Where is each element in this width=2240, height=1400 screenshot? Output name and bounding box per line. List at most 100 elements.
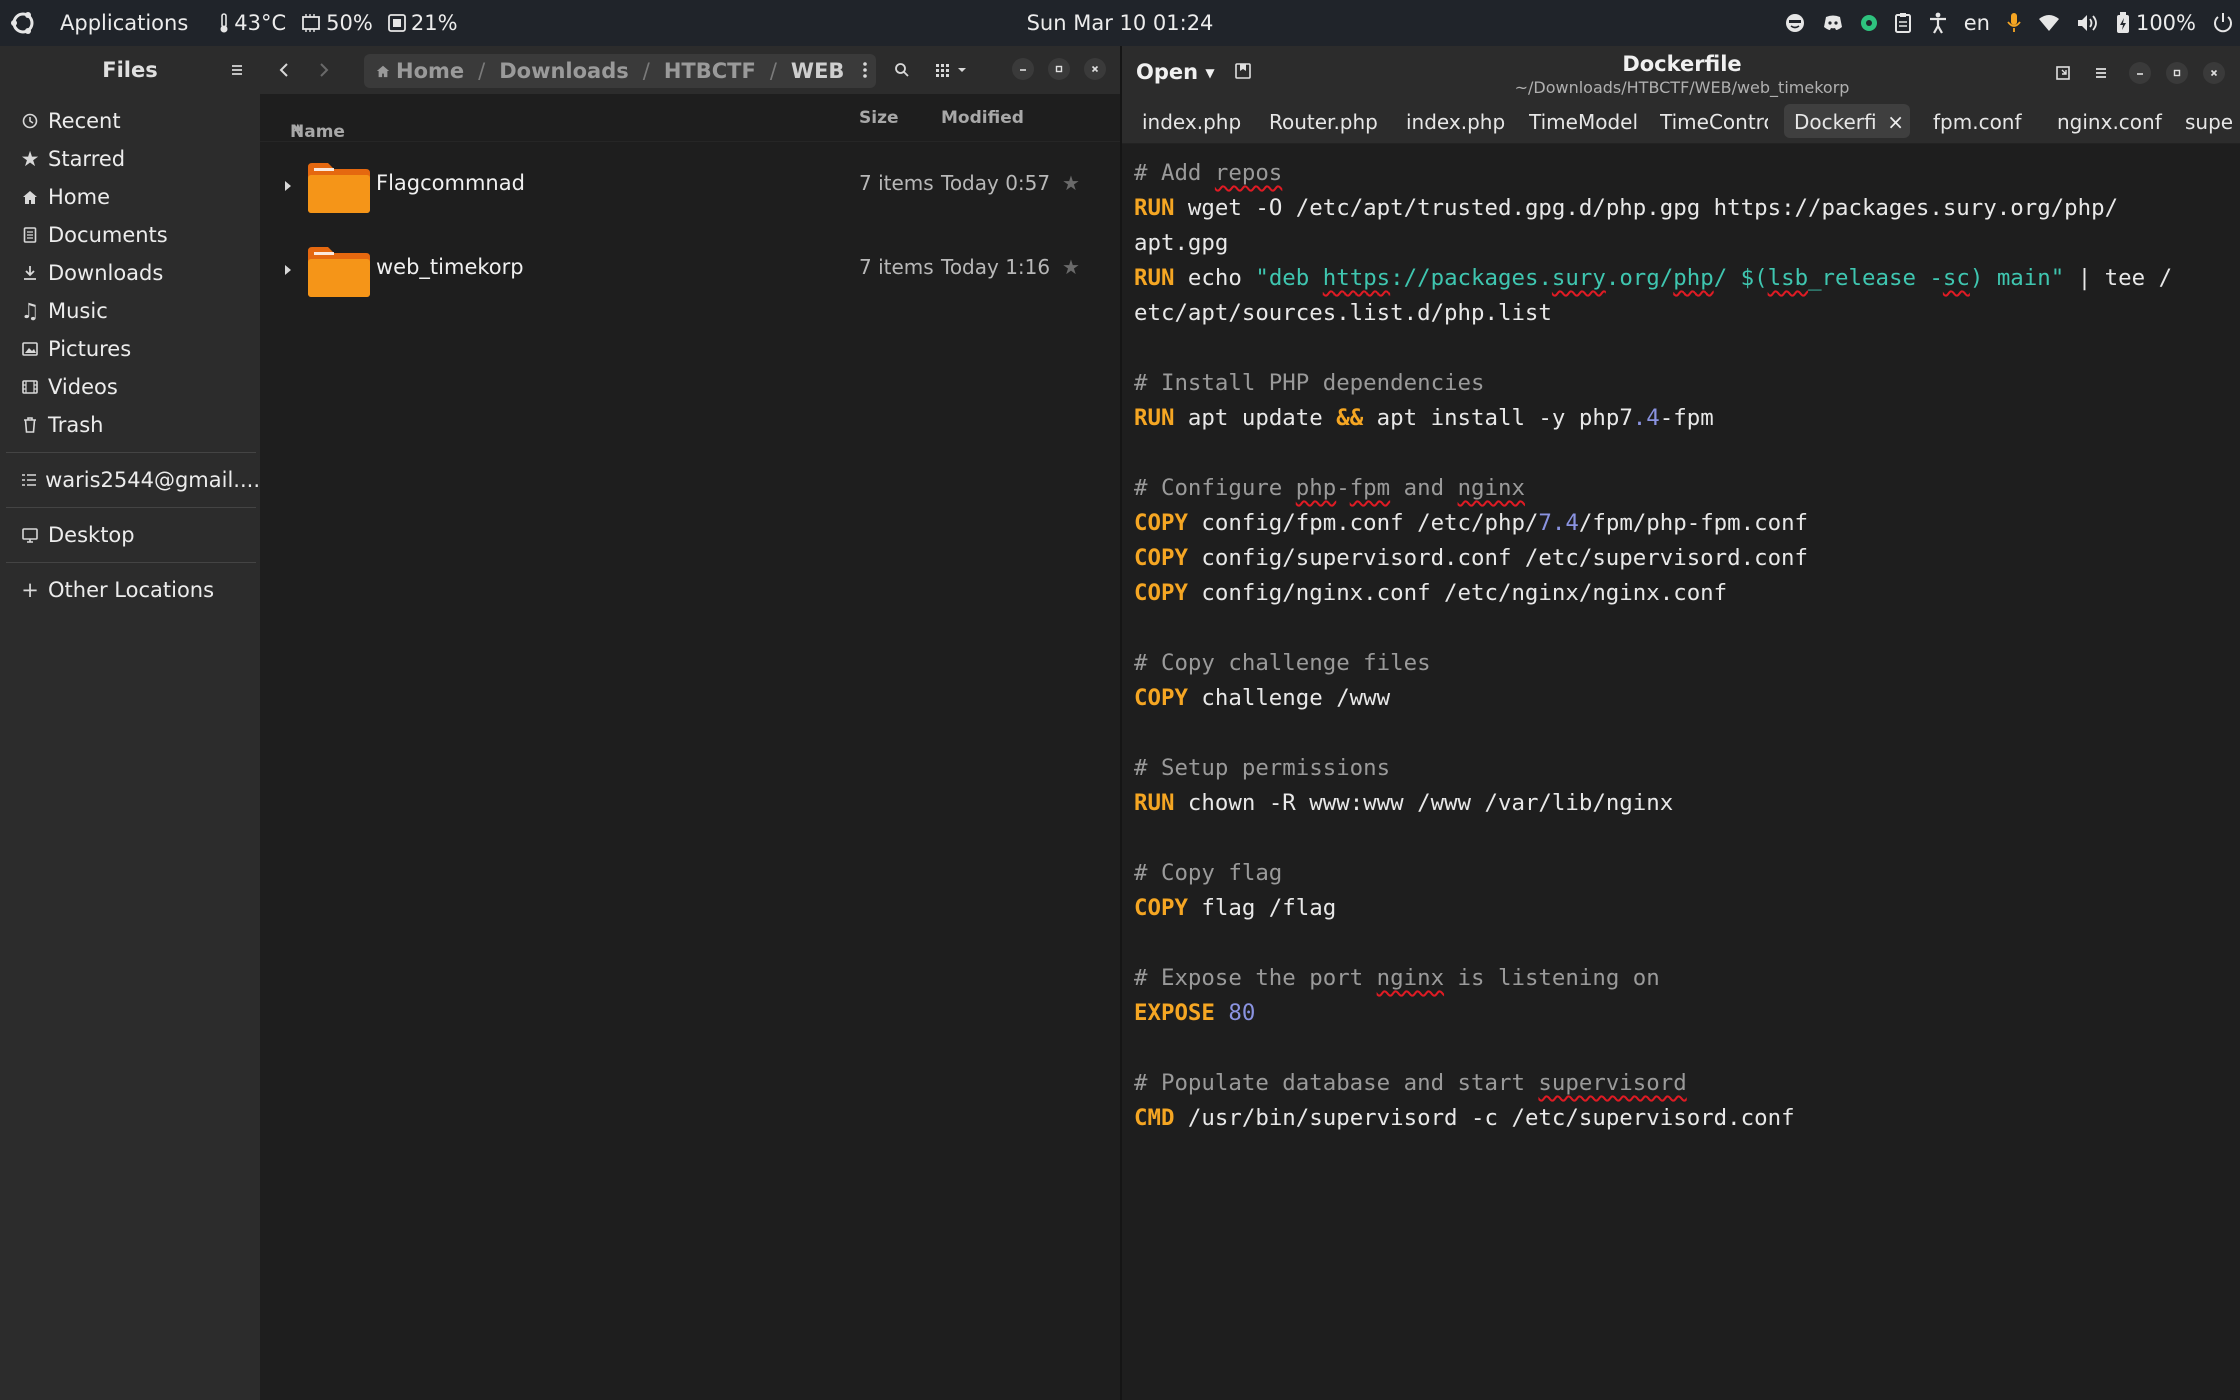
code-text: /usr/bin/supervisord -c /etc/supervisord… (1174, 1105, 1795, 1131)
sidebar-item-home[interactable]: Home (0, 178, 260, 216)
tab-router-php[interactable]: Router.php (1269, 104, 1379, 138)
temperature-indicator[interactable]: 43°C (218, 11, 286, 35)
clipboard-icon[interactable] (1894, 12, 1912, 34)
tab-index-php[interactable]: index.php (1142, 104, 1252, 138)
star-toggle-icon[interactable]: ★ (1062, 171, 1080, 195)
tab-supervisord[interactable]: supe (2185, 104, 2240, 138)
battery-icon[interactable] (2116, 12, 2130, 34)
code-keyword: RUN (1134, 790, 1175, 816)
battery-percentage[interactable]: 100% (2136, 11, 2196, 35)
clock[interactable]: Sun Mar 10 01:24 (1027, 11, 1214, 35)
sidebar-item-pictures[interactable]: Pictures (0, 330, 260, 368)
sidebar-item-account[interactable]: waris2544@gmail.... (0, 461, 260, 499)
power-icon[interactable] (2212, 12, 2234, 34)
code-comment-misspelled: nginx (1457, 475, 1525, 501)
file-row[interactable]: web_timekorp 7 items Today 1:16 ★ (260, 227, 1120, 311)
sidebar-item-videos[interactable]: Videos (0, 368, 260, 406)
minimize-icon[interactable] (1012, 58, 1034, 80)
column-size[interactable]: Size (859, 108, 899, 128)
temperature-value: 43°C (234, 11, 287, 35)
column-headers: Name ▲ Size Modified (260, 94, 1120, 142)
tab-timecontroller[interactable]: TimeContro (1660, 104, 1768, 138)
file-row[interactable]: Flagcommnad 7 items Today 0:57 ★ (260, 143, 1120, 227)
language-indicator[interactable]: en (1964, 11, 1990, 35)
tab-dockerfile[interactable]: Dockerfi × (1784, 104, 1910, 138)
code-number: 80 (1228, 1000, 1256, 1026)
sidebar-item-documents[interactable]: Documents (0, 216, 260, 254)
memory-icon (387, 13, 407, 33)
status-green-icon[interactable] (1860, 14, 1878, 32)
memory-indicator[interactable]: 21% (387, 11, 458, 35)
applications-menu[interactable]: Applications (60, 11, 188, 35)
breadcrumb-home[interactable]: Home (396, 59, 464, 83)
code-string: / $( (1713, 265, 1768, 291)
code-string: ) main" (1969, 265, 2065, 291)
video-icon (20, 380, 40, 394)
wifi-icon[interactable] (2038, 14, 2060, 32)
cpu-indicator[interactable]: 50% (300, 11, 373, 35)
tab-dockerfile-label: Dockerfi (1794, 110, 1877, 134)
sidebar-item-label: Documents (48, 223, 168, 247)
column-modified[interactable]: Modified (941, 108, 1024, 128)
breadcrumb-htbctf[interactable]: HTBCTF (664, 59, 756, 83)
plus-icon: + (21, 578, 39, 602)
code-string-misspelled: https (1322, 265, 1391, 291)
kebab-menu-icon[interactable] (862, 60, 868, 85)
close-icon[interactable] (1084, 58, 1106, 80)
search-icon[interactable] (890, 58, 914, 82)
forward-arrow-icon[interactable] (310, 56, 338, 84)
microphone-icon[interactable] (2006, 12, 2022, 34)
tab-index-php-2[interactable]: index.php (1406, 104, 1516, 138)
expand-arrow-icon[interactable] (284, 177, 292, 196)
tab-timemodel[interactable]: TimeModel (1529, 104, 1637, 138)
maximize-icon[interactable] (1048, 58, 1070, 80)
sidebar-item-label: Downloads (48, 261, 164, 285)
sidebar-item-starred[interactable]: ★ Starred (0, 140, 260, 178)
accessibility-icon[interactable] (1928, 12, 1948, 34)
code-keyword: CMD (1134, 1105, 1175, 1131)
ubuntu-logo-icon[interactable] (0, 0, 46, 46)
discord-icon[interactable] (1822, 14, 1844, 32)
code-text: config/fpm.conf /etc/php/ (1187, 510, 1539, 536)
code-text: /fpm/php-fpm.conf (1578, 510, 1809, 536)
code-text: config/nginx.conf /etc/nginx/nginx.conf (1187, 580, 1728, 606)
breadcrumb-downloads[interactable]: Downloads (499, 59, 629, 83)
sidebar-item-other-locations[interactable]: + Other Locations (0, 571, 260, 609)
code-comment-misspelled: fpm (1349, 475, 1391, 501)
emoji-face-icon[interactable] (1784, 12, 1806, 34)
code-keyword: COPY (1134, 510, 1188, 536)
trash-icon (20, 417, 40, 433)
sidebar-item-trash[interactable]: Trash (0, 406, 260, 444)
volume-icon[interactable] (2076, 13, 2100, 33)
sidebar-item-label: waris2544@gmail.... (45, 468, 260, 492)
sidebar-item-label: Home (48, 185, 111, 209)
breadcrumb-web[interactable]: WEB (791, 59, 845, 83)
files-main: Home / Downloads / HTBCTF / WEB Name ▲ S… (260, 46, 1120, 1400)
sidebar-item-recent[interactable]: Recent (0, 102, 260, 140)
code-text: apt install -y php7 (1363, 405, 1633, 431)
tab-nginx-conf[interactable]: nginx.conf (2057, 104, 2167, 138)
hamburger-menu-icon[interactable] (230, 58, 244, 82)
thermometer-icon (218, 12, 230, 34)
back-arrow-icon[interactable] (270, 56, 298, 84)
tab-close-icon[interactable]: × (1887, 110, 1904, 134)
view-options-chevron-icon[interactable] (950, 58, 974, 82)
star-toggle-icon[interactable]: ★ (1062, 255, 1080, 279)
sidebar-item-music[interactable]: ♫ Music (0, 292, 260, 330)
hamburger-menu-icon[interactable] (2090, 62, 2112, 84)
maximize-icon[interactable] (2166, 62, 2188, 84)
sidebar-item-desktop[interactable]: Desktop (0, 516, 260, 554)
bookmark-icon[interactable] (2052, 62, 2074, 84)
sidebar-item-downloads[interactable]: Downloads (0, 254, 260, 292)
file-modified: Today 1:16 (941, 255, 1051, 279)
code-editor[interactable]: # Add repos RUN wget -O /etc/apt/trusted… (1134, 156, 2172, 1136)
code-comment: - (1336, 475, 1350, 501)
code-text: apt.gpg (1134, 230, 1229, 256)
code-text: challenge /www (1187, 685, 1391, 711)
expand-arrow-icon[interactable] (284, 261, 292, 280)
close-icon[interactable] (2203, 62, 2225, 84)
tab-fpm-conf[interactable]: fpm.conf (1933, 104, 2043, 138)
music-icon: ♫ (20, 299, 40, 323)
minimize-icon[interactable] (2129, 62, 2151, 84)
home-crumb-icon[interactable] (376, 64, 390, 78)
